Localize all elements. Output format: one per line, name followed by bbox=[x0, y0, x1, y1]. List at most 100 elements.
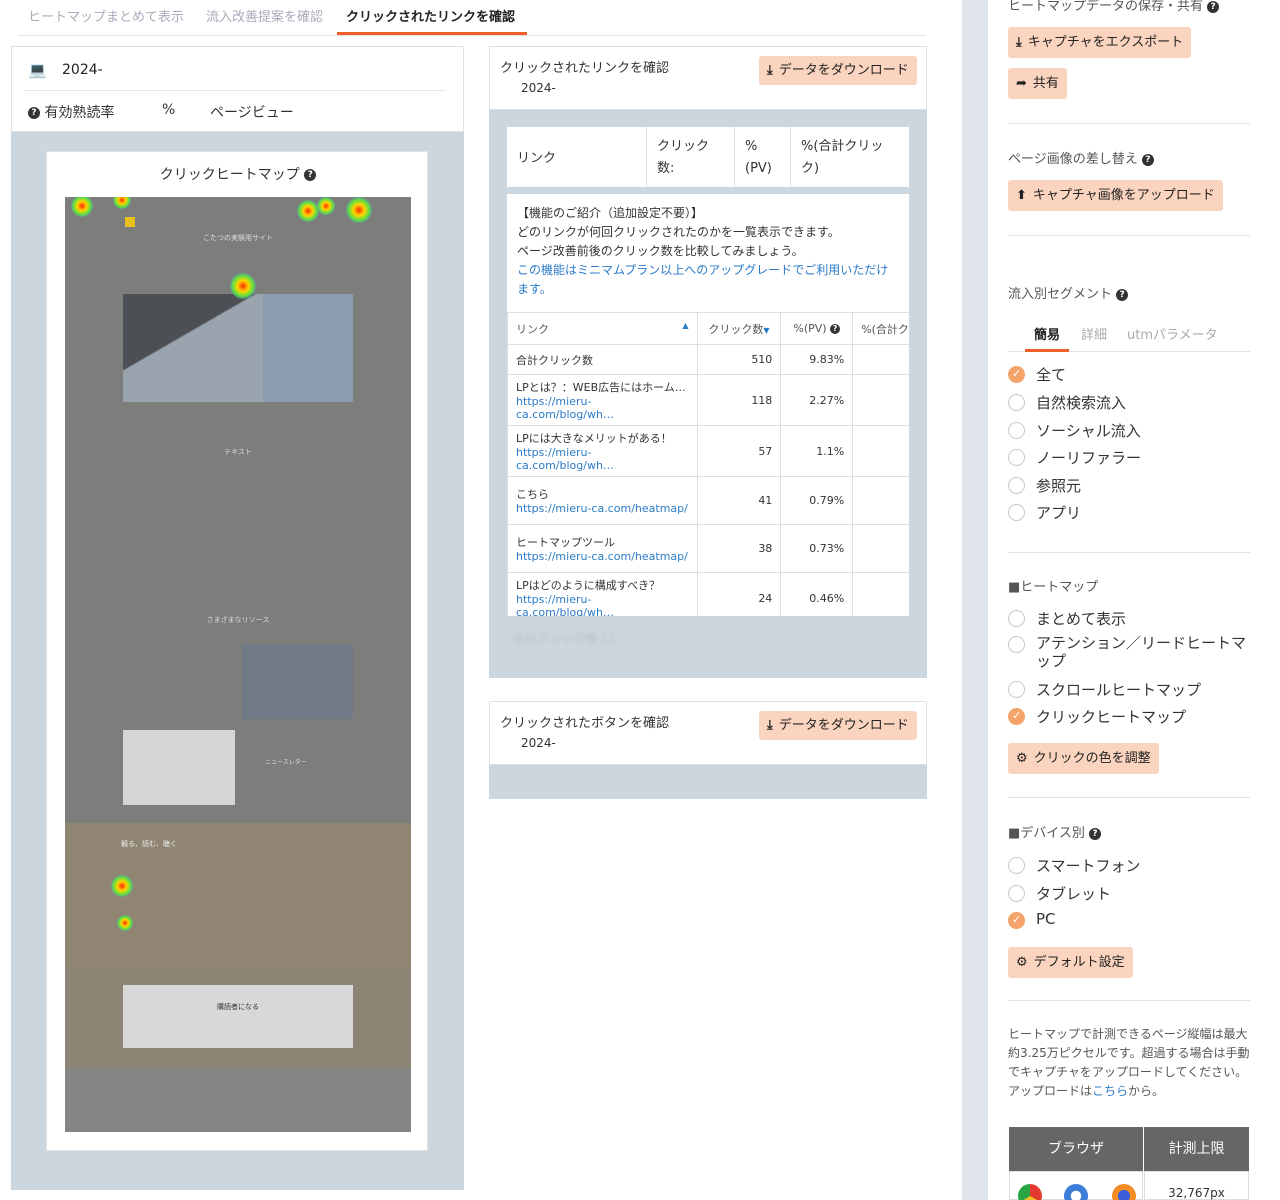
note-end: から。 bbox=[1128, 1084, 1165, 1098]
row-pv: 1.1% bbox=[780, 425, 854, 477]
seg-tab-utm[interactable]: utmパラメータ bbox=[1127, 324, 1218, 343]
heatmap-title-text: クリックヒートマップ bbox=[159, 167, 300, 183]
segment-organic[interactable]: 自然検索流入 bbox=[1008, 392, 1248, 414]
help-icon[interactable]: ? bbox=[1207, 0, 1220, 13]
radio-unchecked bbox=[1008, 681, 1025, 698]
radio-unchecked bbox=[1008, 477, 1025, 494]
chrome-icon bbox=[1018, 1184, 1042, 1200]
heatmap-section-title: ■ヒートマップ bbox=[1008, 580, 1099, 595]
page-preview[interactable]: こたつの実験用サイト テキスト さまざまなリソース ニュースレター 観る、読む、… bbox=[65, 197, 411, 1132]
share-button[interactable]: ➦ 共有 bbox=[1008, 68, 1067, 99]
info-line: 【機能のご紹介（追加設定不要）】 bbox=[517, 206, 704, 220]
row-url[interactable]: https://mieru-ca.com/blog/wh… bbox=[516, 446, 689, 472]
heatmap-scroll[interactable]: スクロールヒートマップ bbox=[1008, 679, 1248, 701]
limit-value: 32,767px bbox=[1144, 1171, 1249, 1200]
seg-tab-simple[interactable]: 簡易 bbox=[1034, 324, 1060, 343]
radio-unchecked bbox=[1008, 610, 1025, 627]
row-url[interactable]: https://mieru-ca.com/blog/wh… bbox=[516, 395, 689, 421]
segment-social[interactable]: ソーシャル流入 bbox=[1008, 420, 1248, 442]
table-row: 合計クリック数 510 9.83% bbox=[507, 344, 909, 375]
radio-unchecked bbox=[1008, 857, 1025, 874]
heatmap-click[interactable]: クリックヒートマップ bbox=[1008, 706, 1248, 728]
row-url[interactable]: https://mieru-ca.com/blog/wh… bbox=[516, 593, 689, 616]
help-icon[interactable]: ? bbox=[304, 169, 317, 181]
segment-referrer[interactable]: 参照元 bbox=[1008, 475, 1248, 497]
download-label: データをダウンロード bbox=[778, 718, 909, 733]
row-url[interactable]: https://mieru-ca.com/heatmap/ bbox=[516, 550, 689, 563]
device-title: ■デバイス別 ? bbox=[1008, 822, 1102, 841]
download-links-button[interactable]: ⤓ データをダウンロード bbox=[759, 56, 917, 85]
preview-building-image bbox=[123, 294, 353, 402]
share-icon: ➦ bbox=[1016, 76, 1027, 91]
tab-heatmap-all[interactable]: ヒートマップまとめて表示 bbox=[28, 6, 184, 25]
segment-noreferrer[interactable]: ノーリファラー bbox=[1008, 447, 1248, 469]
th-clicks[interactable]: クリック数▼ bbox=[696, 312, 782, 345]
th-pv[interactable]: %(PV) ? bbox=[780, 312, 854, 345]
heatmap-all[interactable]: まとめて表示 bbox=[1008, 608, 1248, 630]
segment-title-text: 流入別セグメント bbox=[1008, 287, 1113, 302]
preview-footer bbox=[65, 1068, 411, 1132]
heat-spot bbox=[230, 273, 256, 299]
links-panel-body: リンク クリック数: % (PV) %(合計クリック) 【機能のご紹介（追加設定… bbox=[489, 110, 927, 678]
links-header-row: リンク クリック数: % (PV) %(合計クリック) bbox=[507, 127, 909, 187]
active-tab-indicator bbox=[337, 32, 527, 35]
divider bbox=[1008, 552, 1250, 553]
row-title: ヒートマップツール bbox=[516, 536, 615, 549]
view-tabs: ヒートマップまとめて表示 流入改善提案を確認 クリックされたリンクを確認 bbox=[18, 0, 926, 36]
download-buttons-button[interactable]: ⤓ データをダウンロード bbox=[759, 711, 917, 740]
heat-spot bbox=[111, 875, 133, 897]
click-color-label: クリックの色を調整 bbox=[1033, 751, 1151, 766]
upgrade-link[interactable]: この機能はミニマムプラン以上へのアップグレードでご利用いただけます。 bbox=[517, 261, 897, 299]
preview-resources-heading: さまざまなリソース bbox=[206, 616, 270, 624]
click-color-button[interactable]: ⚙ クリックの色を調整 bbox=[1008, 743, 1159, 774]
preview-news-heading: ニュースレター bbox=[265, 759, 307, 766]
preview-grid-image bbox=[123, 730, 235, 805]
export-button[interactable]: ⤓ キャプチャをエクスポート bbox=[1008, 27, 1192, 58]
upload-here-link[interactable]: こちら bbox=[1092, 1084, 1128, 1098]
read-rate-label: 有効熟読率 bbox=[44, 105, 115, 121]
default-settings-button[interactable]: ⚙ デフォルト設定 bbox=[1008, 947, 1133, 978]
export-label: キャプチャをエクスポート bbox=[1027, 35, 1184, 50]
radio-label: タブレット bbox=[1036, 885, 1112, 903]
device-smartphone[interactable]: スマートフォン bbox=[1008, 855, 1248, 877]
segment-app[interactable]: アプリ bbox=[1008, 502, 1248, 524]
th-link[interactable]: リンク ▲ bbox=[507, 312, 698, 345]
upload-label: キャプチャ画像をアップロード bbox=[1032, 188, 1215, 203]
tab-improvement[interactable]: 流入改善提案を確認 bbox=[206, 6, 323, 25]
preview-photo bbox=[242, 644, 353, 719]
segment-all[interactable]: 全て bbox=[1008, 364, 1248, 386]
help-icon[interactable]: ? bbox=[1141, 153, 1154, 166]
download-label: データをダウンロード bbox=[778, 63, 909, 78]
sort-desc-icon: ▼ bbox=[763, 325, 770, 335]
download-icon: ⤓ bbox=[767, 63, 773, 78]
row-total bbox=[852, 425, 909, 477]
help-icon[interactable]: ? bbox=[1116, 288, 1129, 301]
upload-button[interactable]: ⬆ キャプチャ画像をアップロード bbox=[1008, 180, 1223, 211]
row-url[interactable]: https://mieru-ca.com/heatmap/ bbox=[516, 502, 689, 515]
help-icon[interactable]: ? bbox=[28, 107, 40, 119]
download-icon: ⤓ bbox=[1016, 35, 1022, 50]
row-pv: 9.83% bbox=[780, 344, 854, 375]
tab-clicked-links[interactable]: クリックされたリンクを確認 bbox=[346, 6, 515, 25]
th-total[interactable]: %(合計ク bbox=[852, 312, 909, 345]
device-pc[interactable]: PC bbox=[1008, 910, 1248, 932]
seg-tab-detail[interactable]: 詳細 bbox=[1081, 324, 1107, 343]
radio-label: スマートフォン bbox=[1036, 857, 1141, 875]
divider bbox=[24, 90, 446, 91]
row-total bbox=[852, 374, 909, 426]
device-tablet[interactable]: タブレット bbox=[1008, 883, 1248, 905]
table-row: ヒートマップツール https://mieru-ca.com/heatmap/38… bbox=[507, 524, 909, 573]
preview-watch-heading: 観る、読む、聴く bbox=[121, 840, 177, 848]
help-icon[interactable]: ? bbox=[830, 324, 841, 334]
segment-tabs: 簡易 詳細 utmパラメータ bbox=[1008, 322, 1250, 352]
radio-label: ノーリファラー bbox=[1036, 449, 1142, 467]
save-title: ヒートマップデータの保存・共有 ? bbox=[1008, 0, 1220, 14]
links-panel-date: 2024- bbox=[521, 81, 556, 95]
row-clicks: 510 bbox=[696, 344, 782, 375]
table-row: LPとは？：WEB広告にはホーム… https://mieru-ca.com/bl… bbox=[507, 374, 909, 426]
links-panel-title: クリックされたリンクを確認 bbox=[500, 61, 670, 76]
help-icon[interactable]: ? bbox=[1089, 827, 1102, 840]
th-browser: ブラウザ bbox=[1009, 1127, 1143, 1171]
heatmap-attention[interactable]: アテンション／リードヒートマップ bbox=[1008, 634, 1248, 672]
summary-card: 💻 2024- ? 有効熟読率 % ページビュー bbox=[11, 46, 464, 132]
